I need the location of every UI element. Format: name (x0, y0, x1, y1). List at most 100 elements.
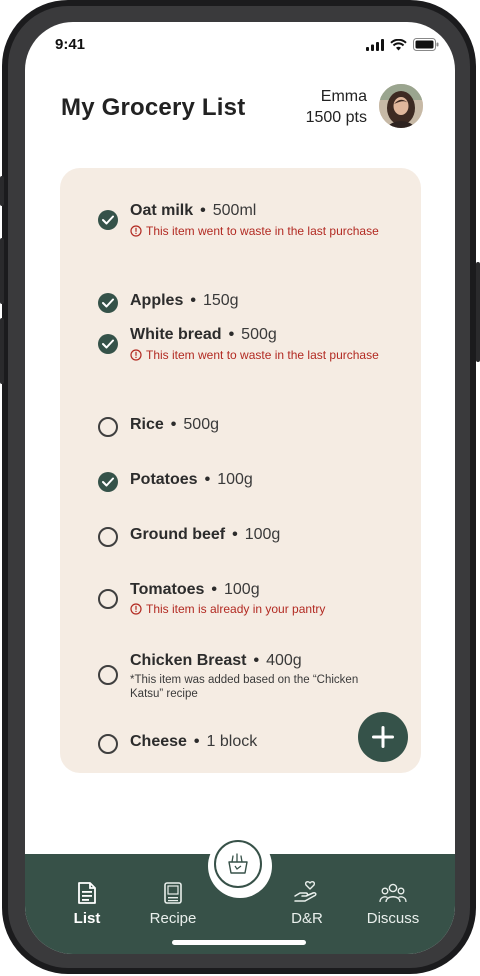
recipe-book-icon (164, 882, 182, 904)
power-button (476, 262, 480, 362)
checkmark-icon (102, 215, 114, 225)
checkbox-unchecked[interactable] (98, 589, 118, 609)
item-line: Ground beef • 100g (130, 526, 280, 544)
add-item-button[interactable] (358, 712, 408, 762)
checkbox-checked[interactable] (98, 334, 118, 354)
item-line: Tomatoes • 100g (130, 581, 260, 599)
list-item[interactable]: Potatoes • 100g (98, 471, 403, 495)
item-name: Chicken Breast (130, 652, 247, 669)
nav-item-recipe[interactable]: Recipe (133, 882, 213, 927)
item-quantity: 500ml (212, 202, 257, 219)
nav-label: Recipe (149, 910, 197, 927)
bullet-separator: • (211, 581, 217, 598)
item-line: Oat milk • 500ml (130, 202, 256, 220)
item-quantity: 150g (202, 292, 239, 309)
home-indicator[interactable] (172, 940, 306, 945)
list-item[interactable]: Chicken Breast • 400g *This item was added… (98, 652, 403, 702)
checkmark-icon (102, 339, 114, 349)
item-line: Rice • 500g (130, 416, 219, 434)
item-quantity: 100g (217, 471, 253, 488)
checkmark-icon (102, 477, 114, 487)
item-name: Apples (130, 292, 184, 309)
bullet-separator: • (228, 326, 235, 343)
checkbox-checked[interactable] (98, 293, 118, 313)
bullet-separator: • (253, 652, 260, 669)
bullet-separator: • (204, 471, 211, 488)
item-line: Cheese • 1 block (130, 733, 257, 751)
avatar[interactable] (379, 84, 423, 128)
item-quantity: 1 block (206, 733, 258, 750)
nav-item-dr[interactable]: D&R (267, 880, 347, 927)
nav-label: Discuss (366, 910, 420, 927)
nav-item-list[interactable]: List (47, 882, 127, 927)
battery-icon (413, 38, 439, 51)
list-item[interactable]: Tomatoes • 100g This item is already in yo… (98, 581, 403, 624)
item-note: *This item was added based on the “Chick… (130, 674, 359, 700)
list-item[interactable]: Apples • 150g (98, 292, 403, 316)
list-item[interactable]: Rice • 500g (98, 416, 403, 440)
nav-label: D&R (291, 910, 323, 927)
list-icon (78, 882, 96, 904)
item-name: Oat milk (130, 202, 194, 219)
item-quantity: 500g (183, 416, 219, 433)
item-warning: This item is already in your pantry (130, 602, 325, 616)
item-name: Ground beef (130, 526, 226, 543)
item-warning-text: This item is already in your pantry (146, 602, 326, 616)
item-warning: This item went to waste in the last purc… (130, 224, 379, 238)
status-icons (366, 38, 439, 51)
volume-down-button (0, 318, 4, 384)
alert-circle-icon (130, 225, 142, 237)
item-warning-text: This item went to waste in the last purc… (146, 348, 379, 362)
item-quantity: 500g (241, 326, 277, 343)
page-title: My Grocery List (61, 94, 246, 121)
basket-button-ring (214, 840, 262, 888)
bullet-separator: • (232, 526, 238, 543)
item-name: White bread (130, 326, 222, 343)
item-quantity: 100g (244, 526, 281, 543)
nav-label: List (73, 910, 101, 927)
checkbox-unchecked[interactable] (98, 417, 118, 437)
item-line: White bread • 500g (130, 326, 277, 344)
bullet-separator: • (193, 733, 200, 750)
item-warning-text: This item went to waste in the last purc… (146, 224, 379, 238)
checkmark-icon (102, 298, 114, 308)
checkbox-unchecked[interactable] (98, 665, 118, 685)
wifi-icon (390, 38, 407, 50)
user-points: 1500 pts (305, 109, 367, 126)
item-quantity: 400g (266, 652, 302, 669)
basket-button[interactable] (208, 834, 272, 898)
avatar-photo (379, 84, 423, 128)
status-time: 9:41 (55, 36, 86, 53)
grocery-basket-icon (228, 853, 248, 874)
grocery-list-card: Oat milk • 500ml This item went to waste i… (60, 168, 421, 773)
bullet-separator: • (200, 202, 206, 219)
user-name: Emma (320, 88, 367, 105)
plus-icon (372, 726, 394, 748)
item-line: Apples • 150g (130, 292, 239, 310)
list-item[interactable]: White bread • 500g This item went to waste… (98, 326, 403, 366)
item-warning: This item went to waste in the last purc… (130, 348, 379, 362)
item-name: Tomatoes (130, 581, 205, 598)
item-line: Potatoes • 100g (130, 471, 253, 489)
cellular-signal-icon (366, 38, 384, 51)
item-quantity: 100g (224, 581, 260, 598)
donate-hand-heart-icon (294, 881, 317, 902)
item-line: Chicken Breast • 400g (130, 652, 302, 670)
nav-item-discuss[interactable]: Discuss (353, 882, 433, 927)
item-name: Cheese (130, 733, 187, 750)
silent-switch (0, 176, 4, 206)
alert-circle-icon (130, 603, 142, 615)
bullet-separator: • (170, 416, 177, 433)
list-item[interactable]: Oat milk • 500ml This item went to waste i… (98, 202, 403, 242)
checkbox-unchecked[interactable] (98, 734, 118, 754)
checkbox-checked[interactable] (98, 472, 118, 492)
people-group-icon (379, 883, 407, 903)
list-item[interactable]: Ground beef • 100g (98, 526, 403, 550)
checkbox-unchecked[interactable] (98, 527, 118, 547)
bullet-separator: • (190, 292, 196, 309)
volume-up-button (0, 238, 4, 304)
item-name: Potatoes (130, 471, 198, 488)
checkbox-checked[interactable] (98, 210, 118, 230)
item-name: Rice (130, 416, 164, 433)
app-screen: 9:41 My Grocery List Emma 1500 pts Oat m… (25, 22, 455, 954)
